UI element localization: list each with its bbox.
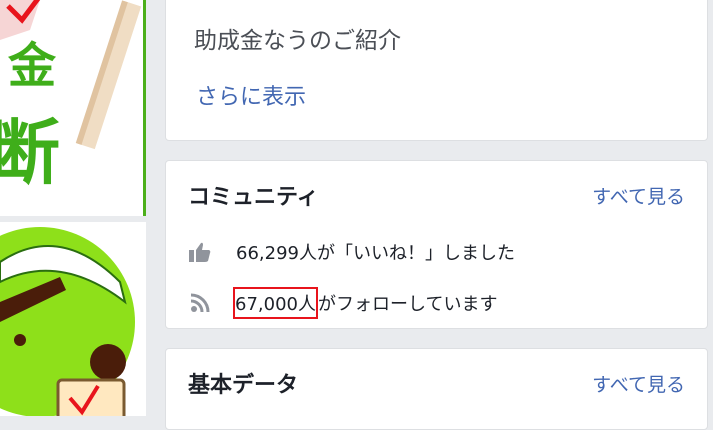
left-column: 金 断 (0, 0, 146, 416)
rss-feed-icon (188, 291, 212, 315)
followers-text: がフォローしています (317, 294, 498, 315)
about-title: 助成金なうのご紹介 (194, 28, 401, 54)
basic-data-see-all-link[interactable]: すべて見る (592, 370, 685, 397)
community-see-all-link[interactable]: すべて見る (592, 182, 685, 209)
likes-text: 66,299人が「いいね！」しました (236, 243, 515, 264)
about-card: 助成金なうのご紹介 さらに表示 (165, 0, 708, 141)
follower-count: 67,000人 (233, 287, 318, 319)
community-card: コミュニティ すべて見る 66,299人が「いいね！」しました 67,000人 … (165, 160, 708, 329)
community-heading: コミュニティ (188, 185, 319, 210)
basic-data-heading: 基本データ (188, 373, 299, 398)
banner-kanji-1: 金 (8, 38, 57, 94)
mascot-illustration (0, 227, 135, 416)
likes-row: 66,299人が「いいね！」しました (188, 239, 515, 265)
banner-kanji-2: 断 (0, 118, 60, 188)
promo-banner-top[interactable]: 金 断 (0, 0, 146, 216)
basic-data-card: 基本データ すべて見る (165, 348, 708, 430)
thumbs-up-icon (188, 240, 212, 264)
promo-banner-bottom[interactable] (0, 222, 146, 416)
see-more-link[interactable]: さらに表示 (196, 79, 306, 111)
followers-row: 67,000人 がフォローしています (188, 287, 497, 319)
